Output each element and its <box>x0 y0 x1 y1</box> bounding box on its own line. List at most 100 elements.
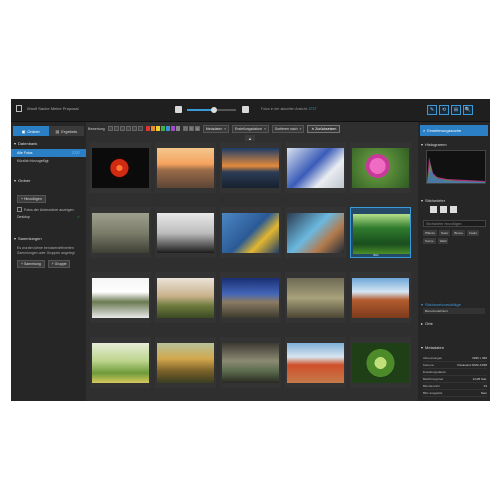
thumbnail-boat-harbor[interactable] <box>220 142 281 193</box>
label-color-swatch[interactable] <box>155 126 160 131</box>
add-folder-button[interactable]: + Hinzufügen <box>17 195 46 203</box>
thumbnail-brushes[interactable] <box>155 207 216 258</box>
label-color-swatch[interactable] <box>175 126 180 131</box>
thumbnail-image <box>287 148 344 188</box>
sidebar-item-recent[interactable]: Kürzlich hinzugefügt <box>11 157 86 165</box>
keywords-section-header[interactable]: ▾ Stichwörter <box>418 195 448 206</box>
thumbnail-image <box>287 278 344 318</box>
thumbnail-image <box>157 213 214 253</box>
reset-button[interactable]: ✕ Zurücksetzen <box>307 124 341 133</box>
view-mode-icon[interactable]: ⊟ <box>182 126 188 131</box>
tag-icon[interactable] <box>440 206 447 213</box>
metadata-row: Blendenzahl f/4 <box>423 383 487 390</box>
sidebar-item-desktop[interactable]: Desktop ✓ <box>11 213 86 221</box>
edit-icon[interactable]: ✎ <box>427 105 437 115</box>
thumbnail-money-box[interactable] <box>90 272 151 323</box>
thumbnail-motorbike[interactable] <box>285 142 346 193</box>
view-mode-buttons[interactable]: ⊟ ⊞ ⊠ <box>182 126 200 131</box>
thumbnail-small-icon[interactable] <box>175 106 182 113</box>
person-icon[interactable] <box>430 206 437 213</box>
sidebar-item-all-photos[interactable]: Alle Fotos 2727 <box>11 149 86 157</box>
histogram-section-header[interactable]: ▾ Histogramm <box>418 139 490 150</box>
folder-icon: ▣ <box>21 128 26 134</box>
label-color-swatch[interactable] <box>150 126 155 131</box>
search-icon: ⌕ <box>423 128 426 133</box>
thumbnail-image <box>92 148 149 188</box>
label-color-swatch[interactable] <box>160 126 165 131</box>
thumbnail-cleaning-hand[interactable] <box>220 207 281 258</box>
metadata-key: Erstellungsdatum <box>423 370 447 374</box>
zoom-slider[interactable] <box>175 106 249 114</box>
thumbnail-image <box>352 343 409 383</box>
label-color-filter[interactable] <box>145 126 180 131</box>
tab-folders[interactable]: ▣ Ordner <box>13 126 49 136</box>
zoom-knob[interactable] <box>210 107 217 113</box>
right-panel: ⌕ Erweiterungssuche ▾ Histogramm ▾ Stichwör… <box>418 122 490 401</box>
thumbnail-large-icon[interactable] <box>242 106 249 113</box>
chevron-down-icon: ▾ <box>421 302 424 307</box>
view-mode-icon[interactable]: ⊠ <box>194 126 200 131</box>
collapse-toolbar-button[interactable]: ▲ <box>245 135 255 141</box>
folder-section-header[interactable]: ▾ Ordner <box>11 175 86 186</box>
thumbnail-image <box>157 343 214 383</box>
thumbnail-tablet-hand[interactable] <box>285 207 346 258</box>
thumbnail-mountain-dusk[interactable] <box>155 272 216 323</box>
places-item[interactable]: ▸ Orte <box>418 318 436 329</box>
thumbnail-statue[interactable] <box>90 207 151 258</box>
tab-results[interactable]: ▤ Ergebnis <box>48 126 84 136</box>
date-dropdown[interactable]: Erstellungsdatum ▾ <box>232 124 269 133</box>
collections-section-header[interactable]: ▾ Sammlungen <box>11 233 86 244</box>
chevron-down-icon: ▾ <box>224 126 227 131</box>
new-group-button[interactable]: + Gruppe <box>47 260 71 268</box>
metadata-value: 3396 x 360 <box>472 356 487 360</box>
histogram-chart <box>426 150 486 184</box>
thumbnail-pink-flower[interactable] <box>350 142 411 193</box>
metadata-key: Kamera <box>423 363 434 367</box>
title-bar: Woolf Sache Meine Proposal Fotos in der … <box>11 99 490 122</box>
new-collection-button[interactable]: + Sammlung <box>17 260 45 268</box>
suggestion-item-custom[interactable]: Benutzerdefiniert <box>423 308 485 314</box>
metadata-key: Abmessungen <box>423 356 443 360</box>
thumbnail-factory[interactable] <box>285 272 346 323</box>
thumbnail-owl[interactable] <box>155 337 216 388</box>
include-subfolders-checkbox[interactable]: Fotos der Unterordner anzeigen <box>11 206 86 213</box>
thumbnail-red-cliffs[interactable] <box>285 337 346 388</box>
metadata-dropdown[interactable]: Metadaten ▾ <box>202 124 230 133</box>
keyword-tag[interactable]: Wald <box>437 238 449 244</box>
thumbnail-forest[interactable]: IMG <box>350 207 411 258</box>
thumbnail-rail-sunset[interactable] <box>155 142 216 193</box>
metadata-value: Nein <box>480 391 487 395</box>
keyword-tag[interactable]: Sonne <box>423 238 436 244</box>
metadata-table: Abmessungen 3396 x 360 Kamera Panasonic DMC… <box>423 355 487 397</box>
view-mode-icon[interactable]: ⊞ <box>188 126 194 131</box>
rotate-icon[interactable]: ⟲ <box>439 105 449 115</box>
thumbnail-field-road[interactable] <box>350 272 411 323</box>
place-icon[interactable] <box>450 206 457 213</box>
thumbnail-red-sun[interactable] <box>90 142 151 193</box>
check-icon: ✓ <box>77 215 80 219</box>
label-color-swatch[interactable] <box>145 126 150 131</box>
advanced-search-header[interactable]: ⌕ Erweiterungssuche <box>420 125 488 136</box>
keyword-tag[interactable]: Blume <box>452 230 465 236</box>
label-color-swatch[interactable] <box>165 126 170 131</box>
layout-icon[interactable]: ⊞ <box>451 105 461 115</box>
thumbnail-mountain-lake[interactable] <box>220 272 281 323</box>
chevron-down-icon: ▾ <box>264 126 266 131</box>
keyword-tag[interactable]: Pflanze <box>423 230 438 236</box>
sort-dropdown[interactable]: Sortieren nach ▾ <box>271 124 305 133</box>
keyword-input[interactable]: Stichwörter hinzufügen <box>423 220 486 227</box>
thumbnail-green-plant[interactable] <box>350 337 411 388</box>
thumbnail-bird[interactable] <box>220 337 281 388</box>
chevron-right-icon: ▸ <box>421 321 424 326</box>
rating-filter[interactable] <box>107 126 143 131</box>
app-logo-icon <box>16 105 22 112</box>
thumbnail-flowers-field[interactable] <box>90 337 151 388</box>
keyword-tag[interactable]: Insekt <box>466 230 479 236</box>
label-color-swatch[interactable] <box>170 126 175 131</box>
database-section-header[interactable]: ▾ Datenbank <box>11 138 86 149</box>
search-icon[interactable]: 🔍 <box>463 105 473 115</box>
metadata-value: f/4 <box>483 384 487 388</box>
collections-empty-note: Es wurden keine benutzerdefinierten Samm… <box>17 246 75 255</box>
metadata-section-header[interactable]: ▾ Metadaten <box>418 342 447 353</box>
keyword-tag[interactable]: Natur <box>439 230 451 236</box>
